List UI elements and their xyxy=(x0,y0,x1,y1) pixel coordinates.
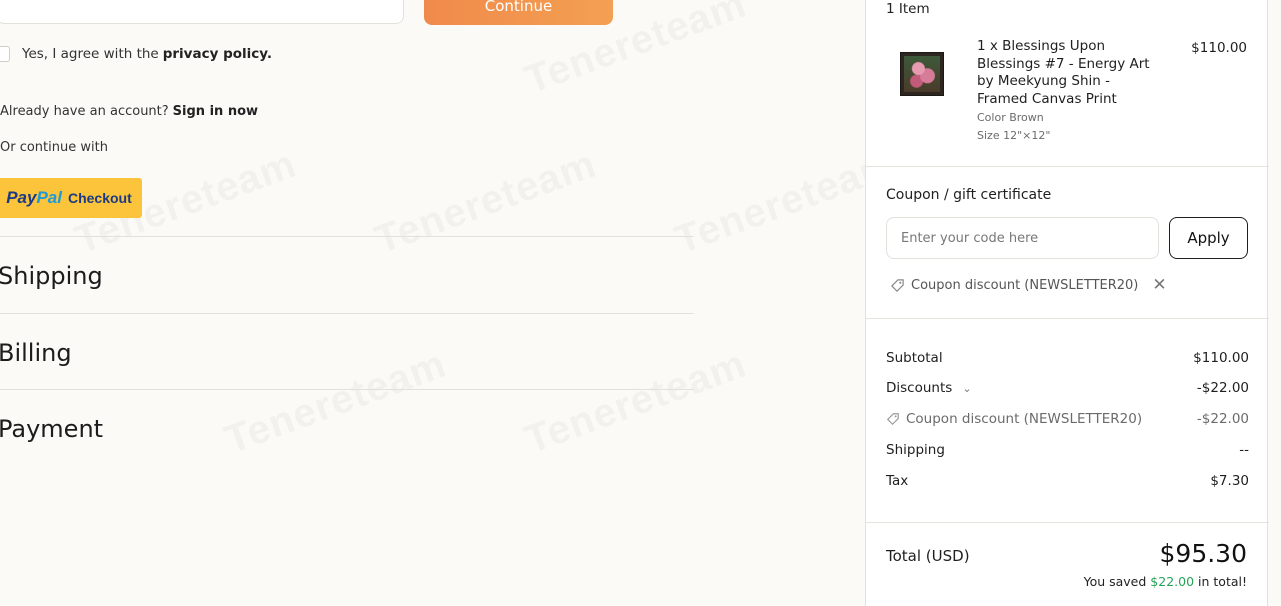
divider xyxy=(866,166,1269,167)
shipping-row: Shipping -- xyxy=(886,442,1249,458)
coupon-label: Coupon / gift certificate xyxy=(886,187,1052,203)
watermark: Tenereteam xyxy=(519,342,752,463)
continue-button[interactable]: Continue xyxy=(424,0,613,25)
item-title: 1 x Blessings Upon Blessings #7 - Energy… xyxy=(977,38,1150,107)
coupon-input[interactable] xyxy=(886,217,1159,259)
section-payment[interactable]: Payment xyxy=(0,415,103,443)
sign-in-link[interactable]: Sign in now xyxy=(173,104,258,119)
divider xyxy=(0,389,694,390)
item-price: $110.00 xyxy=(1191,40,1247,56)
paypal-checkout-button[interactable]: PayPal Checkout xyxy=(0,178,142,218)
subtotal-label: Subtotal xyxy=(886,350,943,366)
discounts-label: Discounts xyxy=(886,380,953,396)
watermark: Tenereteam xyxy=(369,142,602,263)
subtotal-value: $110.00 xyxy=(1193,350,1249,366)
order-summary: 1 Item 1 x Blessings Upon Blessings #7 -… xyxy=(865,0,1269,606)
subtotal-row: Subtotal $110.00 xyxy=(886,350,1249,366)
email-input[interactable] xyxy=(0,0,404,24)
total-value: $95.30 xyxy=(1159,539,1247,568)
coupon-discount-value: -$22.00 xyxy=(1196,411,1249,427)
checkout-page: Tenereteam Tenereteam Tenereteam Teneret… xyxy=(0,0,1281,606)
item-color: Color Brown xyxy=(977,111,1044,124)
tax-value: $7.30 xyxy=(1210,473,1249,489)
paypal-checkout-label: Checkout xyxy=(67,190,132,206)
items-count: 1 Item xyxy=(886,1,930,17)
tax-row: Tax $7.30 xyxy=(886,473,1249,489)
privacy-policy-link[interactable]: privacy policy. xyxy=(163,46,272,62)
saved-prefix: You saved xyxy=(1083,574,1147,589)
coupon-discount-row: Coupon discount (NEWSLETTER20) -$22.00 xyxy=(886,411,1249,427)
watermark: Tenereteam xyxy=(219,342,452,463)
chevron-down-icon[interactable]: ⌄ xyxy=(962,382,971,395)
shipping-label: Shipping xyxy=(886,442,945,458)
divider xyxy=(866,318,1269,319)
section-shipping[interactable]: Shipping xyxy=(0,262,103,290)
applied-coupon: Coupon discount (NEWSLETTER20) ✕ xyxy=(890,275,1167,295)
applied-coupon-text: Coupon discount (NEWSLETTER20) xyxy=(911,277,1139,293)
tax-label: Tax xyxy=(886,473,909,489)
product-thumbnail xyxy=(900,52,944,96)
discounts-row[interactable]: Discounts ⌄ -$22.00 xyxy=(886,380,1249,396)
remove-coupon-icon[interactable]: ✕ xyxy=(1152,275,1166,295)
tag-icon xyxy=(886,413,899,426)
discounts-value: -$22.00 xyxy=(1196,380,1249,396)
divider xyxy=(0,313,694,314)
account-prompt-text: Already have an account? xyxy=(0,104,169,119)
privacy-agree-row: Yes, I agree with the privacy policy. xyxy=(0,46,272,62)
tag-icon xyxy=(891,278,904,292)
shipping-value: -- xyxy=(1239,442,1249,458)
saved-amount: $22.00 xyxy=(1150,574,1195,589)
item-size: Size 12"×12" xyxy=(977,129,1051,142)
privacy-checkbox[interactable] xyxy=(0,46,10,62)
paypal-logo: PayPal xyxy=(6,188,62,207)
total-label: Total (USD) xyxy=(886,547,970,565)
saved-suffix: in total! xyxy=(1198,574,1247,589)
coupon-discount-label: Coupon discount (NEWSLETTER20) xyxy=(906,411,1143,427)
privacy-agree-text: Yes, I agree with the xyxy=(22,46,159,62)
divider xyxy=(0,236,694,237)
saved-line: You saved $22.00 in total! xyxy=(1084,574,1247,589)
divider xyxy=(866,522,1269,523)
account-prompt: Already have an account? Sign in now xyxy=(0,104,258,119)
apply-coupon-button[interactable]: Apply xyxy=(1169,217,1248,259)
continue-with-label: Or continue with xyxy=(0,140,108,155)
section-billing[interactable]: Billing xyxy=(0,339,72,367)
